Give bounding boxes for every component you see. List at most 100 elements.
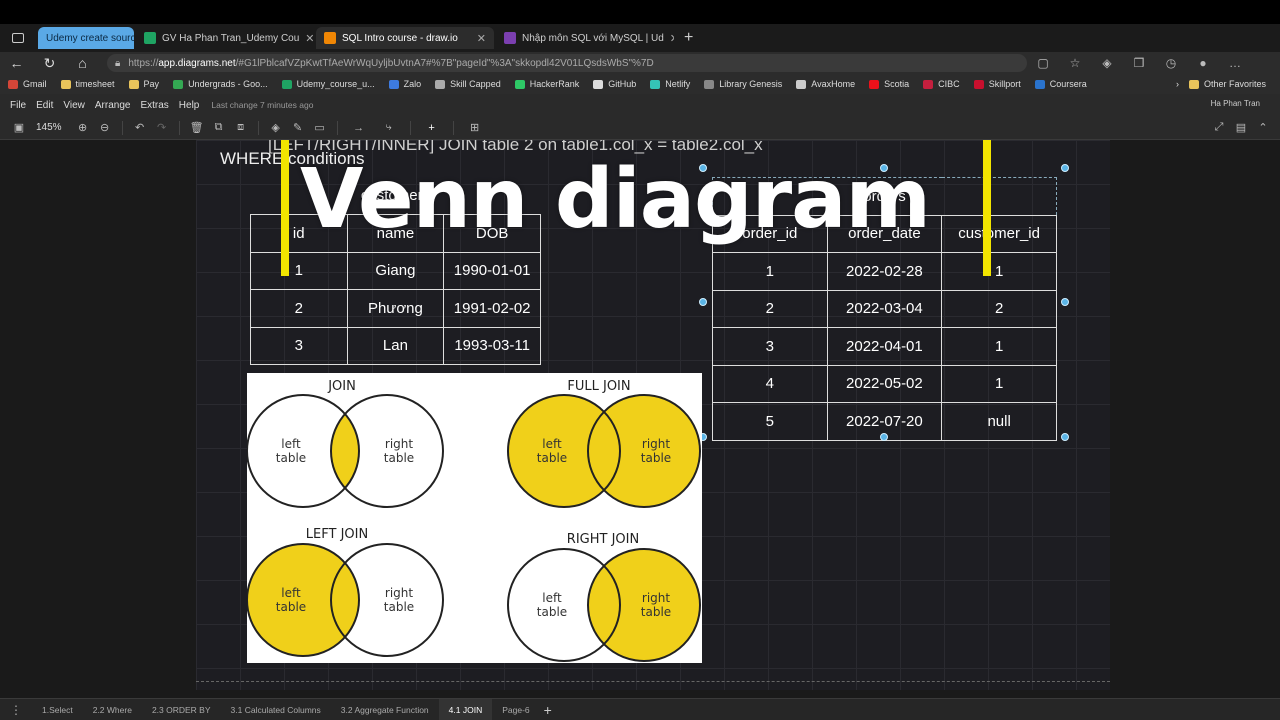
refresh-icon[interactable]: ↻ [33,55,66,72]
to-front-icon[interactable]: ⧉ [208,121,230,134]
menu-file[interactable]: File [10,100,26,111]
bookmark-item[interactable]: Netlify [650,79,690,89]
selection-handle[interactable] [699,298,707,306]
bookmark-item[interactable]: Scotia [869,79,909,89]
browser-tab-udemy-course[interactable]: Nhập môn SQL với MySQL | Ud ✕ [496,27,674,49]
new-tab-icon[interactable]: + [684,29,693,47]
to-back-icon[interactable]: ⧈ [230,121,252,134]
table-cell[interactable]: 3 [250,326,348,365]
browser-tab-sheet[interactable]: GV Ha Phan Tran_Udemy Cou ✕ [136,27,314,49]
window-icon[interactable] [12,33,24,43]
shadow-icon[interactable]: ▭ [309,121,331,134]
selection-handle[interactable] [1061,433,1069,441]
sheet-tab[interactable]: 4.1 JOIN [438,698,493,720]
zoom-out-icon[interactable]: ⊖ [94,121,116,134]
column-header[interactable]: customer_id [941,214,1057,253]
menu-view[interactable]: View [63,100,85,111]
format-panel-icon[interactable]: ▤ [1230,121,1252,134]
table-cell[interactable]: 2022-04-01 [826,327,943,366]
bookmark-item[interactable]: Pay [128,79,159,89]
fill-color-icon[interactable]: ◈ [265,121,287,134]
panel-toggle-icon[interactable]: ▣ [8,121,30,134]
zoom-in-icon[interactable]: ⊕ [72,121,94,134]
profile-icon[interactable]: ● [1187,56,1219,70]
line-color-icon[interactable]: ✎ [287,121,309,134]
selection-handle[interactable] [1061,298,1069,306]
bookmark-item[interactable]: Zalo [388,79,421,89]
table-cell[interactable]: Giang [346,251,445,290]
back-icon[interactable]: ← [0,55,33,71]
add-sheet-icon[interactable]: + [544,702,552,718]
table-cell[interactable]: Phương [346,289,445,328]
bookmark-item[interactable]: timesheet [60,79,115,89]
insert-icon[interactable]: + [417,122,447,134]
table-cell[interactable]: 4 [712,364,828,403]
table-cell[interactable]: 2 [250,289,348,328]
bookmark-item[interactable]: AvaxHome [796,79,855,89]
bookmark-item[interactable]: Gmail [8,79,47,89]
sheet-tab[interactable]: 2.2 Where [83,699,142,720]
home-icon[interactable]: ⌂ [66,55,99,71]
history-icon[interactable]: ◷ [1155,56,1187,70]
bookmark-item[interactable]: HackerRank [514,79,579,89]
table-cell[interactable]: null [941,402,1057,441]
collections-icon[interactable]: ❒ [1123,56,1155,70]
venn-join-image[interactable]: JOIN left table right table FULL JOIN left tabl… [246,373,702,663]
menu-arrange[interactable]: Arrange [95,100,131,111]
collapse-icon[interactable]: ⌃ [1252,121,1274,134]
bookmark-item[interactable]: Undergrads - Goo... [173,79,268,89]
bookmark-item[interactable]: GitHub [593,79,636,89]
favorite-star-icon[interactable]: ☆ [1059,56,1091,70]
sheet-tab[interactable]: 3.1 Calculated Columns [221,699,331,720]
table-cell[interactable]: 3 [712,327,828,366]
table-cell[interactable]: 1 [712,252,828,291]
table-cell[interactable]: 2022-03-04 [826,289,943,328]
table-cell[interactable]: 1 [250,251,348,290]
close-icon[interactable]: ✕ [664,32,674,45]
bookmark-item[interactable]: Coursera [1034,79,1087,89]
reader-icon[interactable]: ▢ [1027,56,1059,70]
selection-handle[interactable] [1061,164,1069,172]
bookmark-item[interactable]: Library Genesis [704,79,782,89]
table-cell[interactable]: 1 [941,327,1057,366]
table-cell[interactable]: 1991-02-02 [443,289,541,328]
bookmarks-overflow-icon[interactable]: › [1176,79,1179,89]
close-icon[interactable]: ✕ [299,32,314,45]
browser-tab-drawio[interactable]: SQL Intro course - draw.io ✕ [316,27,494,49]
delete-icon[interactable]: 🗑︎ [186,121,208,134]
last-change-status[interactable]: Last change 7 minutes ago [211,100,313,110]
selection-handle[interactable] [880,433,888,441]
menu-edit[interactable]: Edit [36,100,53,111]
table-cell[interactable]: Lan [346,326,445,365]
diagram-canvas[interactable]: [LEFT/RIGHT/INNER] JOIN table 2 on table… [0,140,1280,698]
sheet-tab[interactable]: Page-6 [492,699,539,720]
menu-help[interactable]: Help [179,100,200,111]
bookmark-item[interactable]: CIBC [923,79,960,89]
other-favorites[interactable]: Other Favorites [1188,79,1266,89]
table-cell[interactable]: 1 [941,252,1057,291]
sheets-menu-icon[interactable]: ⋮ [10,703,22,717]
sheet-tab[interactable]: 1.Select [32,699,83,720]
zoom-select[interactable]: 145% [36,122,62,133]
redo-icon[interactable]: ↷ [151,121,173,134]
table-icon[interactable]: ⊞ [460,121,490,134]
table-cell[interactable]: 1 [941,364,1057,403]
connection-icon[interactable]: → [344,122,374,134]
menu-extras[interactable]: Extras [140,100,168,111]
table-cell[interactable]: 5 [712,402,828,441]
more-icon[interactable]: … [1219,56,1251,70]
undo-icon[interactable]: ↶ [129,121,151,134]
table-cell[interactable]: 2 [712,289,828,328]
user-name[interactable]: Ha Phan Tran [1211,99,1260,108]
bookmark-item[interactable]: Udemy_course_u... [281,79,375,89]
table-cell[interactable]: 2 [941,289,1057,328]
url-field[interactable]: 🔒︎ https://app.diagrams.net/#G1lPblcafVZ… [107,54,1027,72]
table-cell[interactable]: 2022-05-02 [826,364,943,403]
extension-icon[interactable]: ◈ [1091,56,1123,70]
sheet-tab[interactable]: 3.2 Aggregate Function [331,699,439,720]
table-cell[interactable]: 1990-01-01 [443,251,541,290]
bookmark-item[interactable]: Skillport [973,79,1021,89]
table-cell[interactable]: 1993-03-11 [443,326,541,365]
table-cell[interactable]: 2022-02-28 [826,252,943,291]
bookmark-item[interactable]: Skill Capped [435,79,501,89]
